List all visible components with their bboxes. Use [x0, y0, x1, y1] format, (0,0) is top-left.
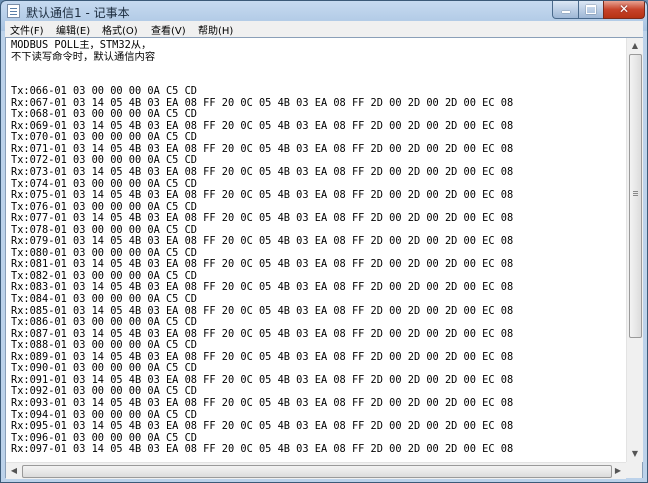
scrollbar-corner	[626, 462, 642, 478]
text-line: Tx:084-01 03 00 00 00 0A C5 CD	[11, 293, 197, 306]
text-line: MODBUS POLL主，STM32从，	[11, 40, 152, 51]
menu-bar: 文件(F) 编辑(E) 格式(O) 查看(V) 帮助(H)	[5, 21, 643, 38]
text-editor[interactable]: MODBUS POLL主，STM32从， 不下读写命令时，默认通信内容 Tx:066…	[5, 37, 643, 479]
horizontal-scrollbar[interactable]: ◀ ▶	[6, 462, 626, 479]
text-line: Tx:066-01 03 00 00 00 0A C5 CD	[11, 85, 197, 98]
close-button[interactable]: ✕	[603, 1, 645, 19]
menu-format[interactable]: 格式(O)	[102, 22, 138, 37]
minimize-button[interactable]	[552, 1, 579, 19]
text-line: Rx:095-01 03 14 05 4B 03 EA 08 FF 20 0C …	[11, 420, 514, 433]
title-bar[interactable]: 默认通信1 - 记事本 ✕	[1, 1, 647, 21]
menu-edit[interactable]: 编辑(E)	[56, 22, 90, 37]
text-line	[11, 63, 625, 75]
vertical-scroll-thumb[interactable]	[629, 54, 642, 338]
maximize-icon	[586, 5, 596, 14]
vertical-scrollbar[interactable]: ▲ ▼	[626, 38, 643, 462]
text-line: Rx:075-01 03 14 05 4B 03 EA 08 FF 20 0C …	[11, 189, 514, 202]
minimize-icon	[561, 11, 570, 13]
notepad-window: 默认通信1 - 记事本 ✕ 文件(F) 编辑(E) 格式(O) 查看(V) 帮助…	[0, 0, 648, 483]
scroll-down-arrow-icon[interactable]: ▼	[627, 446, 643, 462]
text-line: 不下读写命令时，默认通信内容	[11, 50, 156, 63]
text-line: Rx:097-01 03 14 05 4B 03 EA 08 FF 20 0C …	[11, 443, 514, 456]
scroll-left-arrow-icon[interactable]: ◀	[6, 463, 22, 479]
text-line: Rx:073-01 03 14 05 4B 03 EA 08 FF 20 0C …	[11, 166, 514, 179]
grip-icon	[633, 191, 638, 192]
scroll-right-arrow-icon[interactable]: ▶	[610, 463, 626, 479]
maximize-button[interactable]	[578, 1, 604, 19]
text-content[interactable]: MODBUS POLL主，STM32从， 不下读写命令时，默认通信内容 Tx:066…	[11, 40, 625, 463]
scroll-up-arrow-icon[interactable]: ▲	[627, 38, 643, 54]
text-line: Tx:086-01 03 00 00 00 0A C5 CD	[11, 316, 197, 329]
window-title: 默认通信1 - 记事本	[26, 6, 130, 20]
menu-help[interactable]: 帮助(H)	[198, 22, 233, 37]
menu-file[interactable]: 文件(F)	[10, 22, 44, 37]
text-line: Rx:093-01 03 14 05 4B 03 EA 08 FF 20 0C …	[11, 396, 514, 409]
notepad-icon[interactable]	[7, 4, 20, 18]
close-icon: ✕	[618, 2, 630, 16]
horizontal-scroll-thumb[interactable]	[22, 465, 612, 478]
menu-view[interactable]: 查看(V)	[151, 22, 186, 37]
